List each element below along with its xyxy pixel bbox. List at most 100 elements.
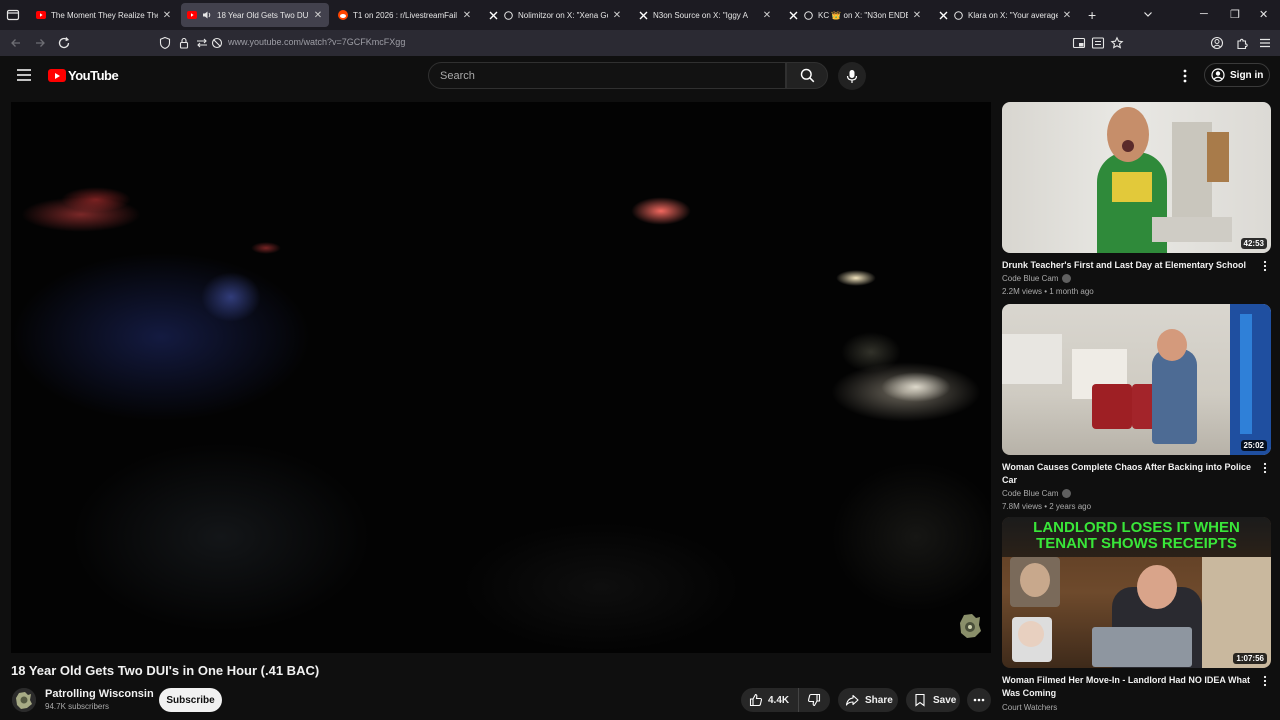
permissions-icon[interactable] bbox=[195, 36, 209, 50]
more-actions-button[interactable] bbox=[967, 688, 991, 712]
x-favicon-icon bbox=[638, 10, 648, 20]
title-line: Woman Causes Complete Chaos After Backin… bbox=[1002, 462, 1252, 472]
recommendation-title[interactable]: Woman Filmed Her Move-In - Landlord Had … bbox=[1002, 674, 1252, 700]
new-tab-plus-icon[interactable]: + bbox=[1088, 7, 1096, 23]
channel-watermark-icon[interactable] bbox=[958, 613, 982, 639]
account-icon[interactable] bbox=[1210, 36, 1224, 50]
thumbs-up-icon bbox=[749, 693, 763, 707]
video-duration: 1:07:56 bbox=[1233, 653, 1267, 664]
video-player[interactable] bbox=[11, 102, 991, 653]
recommendation-channel[interactable]: Code Blue Cam bbox=[1002, 274, 1072, 283]
microphone-icon bbox=[846, 69, 858, 83]
title-line: Woman Filmed Her Move-In - Landlord Had … bbox=[1002, 675, 1251, 685]
search-input[interactable]: Search bbox=[428, 62, 786, 89]
tab-list-icon[interactable] bbox=[6, 8, 20, 22]
picture-in-picture-icon[interactable] bbox=[1072, 36, 1086, 50]
chevron-down-icon[interactable] bbox=[1143, 9, 1153, 19]
video-thumbnail[interactable]: LANDLORD LOSES IT WHEN TENANT SHOWS RECE… bbox=[1002, 517, 1271, 668]
channel-name[interactable]: Patrolling Wisconsin bbox=[45, 688, 154, 700]
kebab-menu-icon[interactable] bbox=[1261, 462, 1269, 474]
verified-check-icon bbox=[1062, 489, 1072, 498]
back-arrow-icon[interactable] bbox=[9, 36, 23, 50]
like-dislike-group: 4.4K bbox=[741, 688, 830, 712]
address-bar-url[interactable]: www.youtube.com/watch?v=7GCFKmcFXgg bbox=[228, 37, 405, 47]
video-duration: 25:02 bbox=[1240, 440, 1267, 451]
maximize-icon[interactable]: ❐ bbox=[1230, 8, 1240, 21]
minimize-icon[interactable]: ─ bbox=[1200, 8, 1208, 20]
bookmark-star-icon[interactable] bbox=[1110, 36, 1124, 50]
like-count: 4.4K bbox=[768, 694, 790, 706]
dislike-button[interactable] bbox=[799, 688, 829, 712]
youtube-play-logo-icon bbox=[48, 69, 66, 82]
account-circle-icon bbox=[1211, 68, 1225, 82]
reddit-favicon-icon bbox=[338, 10, 348, 20]
youtube-logo[interactable]: YouTube bbox=[48, 68, 119, 83]
kebab-menu-icon[interactable] bbox=[1261, 260, 1269, 272]
channel-name: Code Blue Cam bbox=[1002, 489, 1059, 498]
thumbnail-text: TENANT SHOWS RECEIPTS bbox=[1036, 535, 1237, 552]
browser-tab-active[interactable]: 18 Year Old Gets Two DUI's ✕ bbox=[181, 3, 329, 27]
globe-icon bbox=[803, 10, 813, 20]
autoplay-blocked-icon[interactable] bbox=[210, 36, 224, 50]
browser-tab[interactable]: N3on Source on X: "Iggy A ✕ bbox=[632, 3, 778, 27]
logo-text: YouTube bbox=[68, 68, 119, 83]
like-button[interactable]: 4.4K bbox=[741, 688, 799, 712]
recommendation-card[interactable]: 42:53 Drunk Teacher's First and Last Day… bbox=[1002, 102, 1271, 302]
share-button[interactable]: Share bbox=[838, 688, 898, 712]
browser-tab[interactable]: T1 on 2026 : r/LivestreamFail ✕ bbox=[332, 3, 478, 27]
close-tab-icon[interactable]: ✕ bbox=[912, 10, 922, 21]
channel-avatar-icon bbox=[12, 688, 36, 712]
channel-avatar[interactable] bbox=[12, 688, 36, 712]
recommendation-channel[interactable]: Code Blue Cam bbox=[1002, 489, 1072, 498]
tab-title: N3on Source on X: "Iggy A bbox=[653, 10, 748, 20]
x-favicon-icon bbox=[488, 10, 498, 20]
search-placeholder: Search bbox=[440, 70, 475, 82]
menu-icon[interactable] bbox=[1258, 36, 1272, 50]
lock-icon[interactable] bbox=[177, 36, 191, 50]
video-thumbnail[interactable]: 42:53 bbox=[1002, 102, 1271, 253]
reload-icon[interactable] bbox=[57, 36, 71, 50]
extensions-icon[interactable] bbox=[1235, 36, 1249, 50]
verified-check-icon bbox=[1062, 274, 1072, 283]
thumbnail-text: LANDLORD LOSES IT WHEN bbox=[1033, 519, 1240, 536]
close-tab-icon[interactable]: ✕ bbox=[612, 10, 622, 21]
recommendation-title[interactable]: Woman Causes Complete Chaos After Backin… bbox=[1002, 461, 1252, 487]
video-thumbnail[interactable]: 25:02 bbox=[1002, 304, 1271, 455]
close-tab-icon[interactable]: ✕ bbox=[162, 10, 172, 21]
title-line: Was Coming bbox=[1002, 688, 1057, 698]
voice-search-button[interactable] bbox=[838, 62, 866, 90]
close-tab-icon[interactable]: ✕ bbox=[1062, 10, 1072, 21]
subscribe-button[interactable]: Subscribe bbox=[159, 688, 222, 712]
settings-kebab-icon[interactable] bbox=[1180, 68, 1190, 84]
recommendation-card[interactable]: LANDLORD LOSES IT WHEN TENANT SHOWS RECE… bbox=[1002, 517, 1271, 720]
recommendation-title[interactable]: Drunk Teacher's First and Last Day at El… bbox=[1002, 259, 1252, 272]
browser-tab[interactable]: The Moment They Realize Their ✕ bbox=[30, 3, 178, 27]
reader-view-icon[interactable] bbox=[1091, 36, 1105, 50]
globe-icon bbox=[503, 10, 513, 20]
window-close-icon[interactable]: ✕ bbox=[1259, 8, 1268, 21]
save-button[interactable]: Save bbox=[906, 688, 960, 712]
youtube-header: YouTube Search Sign in bbox=[0, 56, 1280, 96]
x-favicon-icon bbox=[938, 10, 948, 20]
recommendation-card[interactable]: 25:02 Woman Causes Complete Chaos After … bbox=[1002, 304, 1271, 516]
kebab-menu-icon[interactable] bbox=[1261, 675, 1269, 687]
search-button[interactable] bbox=[786, 62, 828, 89]
channel-name: Code Blue Cam bbox=[1002, 274, 1059, 283]
tab-title: KC 👑 on X: "N3on ENDED bbox=[818, 10, 908, 20]
subscriber-count: 94.7K subscribers bbox=[45, 702, 110, 711]
browser-tab[interactable]: KC 👑 on X: "N3on ENDED ✕ bbox=[782, 3, 928, 27]
tab-title: 18 Year Old Gets Two DUI's bbox=[217, 10, 309, 20]
speaker-icon[interactable] bbox=[202, 10, 212, 20]
recommendation-channel[interactable]: Court Watchers bbox=[1002, 703, 1057, 712]
hamburger-menu-icon[interactable] bbox=[17, 69, 31, 81]
shield-icon[interactable] bbox=[158, 36, 172, 50]
close-tab-icon[interactable]: ✕ bbox=[762, 10, 772, 21]
browser-tab[interactable]: Klara on X: "Your average li ✕ bbox=[932, 3, 1078, 27]
tab-title: T1 on 2026 : r/LivestreamFail bbox=[353, 10, 458, 20]
forward-arrow-icon[interactable] bbox=[33, 36, 47, 50]
browser-tab[interactable]: Nolimitzor on X: "Xena Gon ✕ bbox=[482, 3, 628, 27]
sign-in-button[interactable]: Sign in bbox=[1204, 63, 1270, 87]
close-tab-icon[interactable]: ✕ bbox=[313, 10, 323, 21]
youtube-favicon-icon bbox=[36, 10, 46, 20]
close-tab-icon[interactable]: ✕ bbox=[462, 10, 472, 21]
